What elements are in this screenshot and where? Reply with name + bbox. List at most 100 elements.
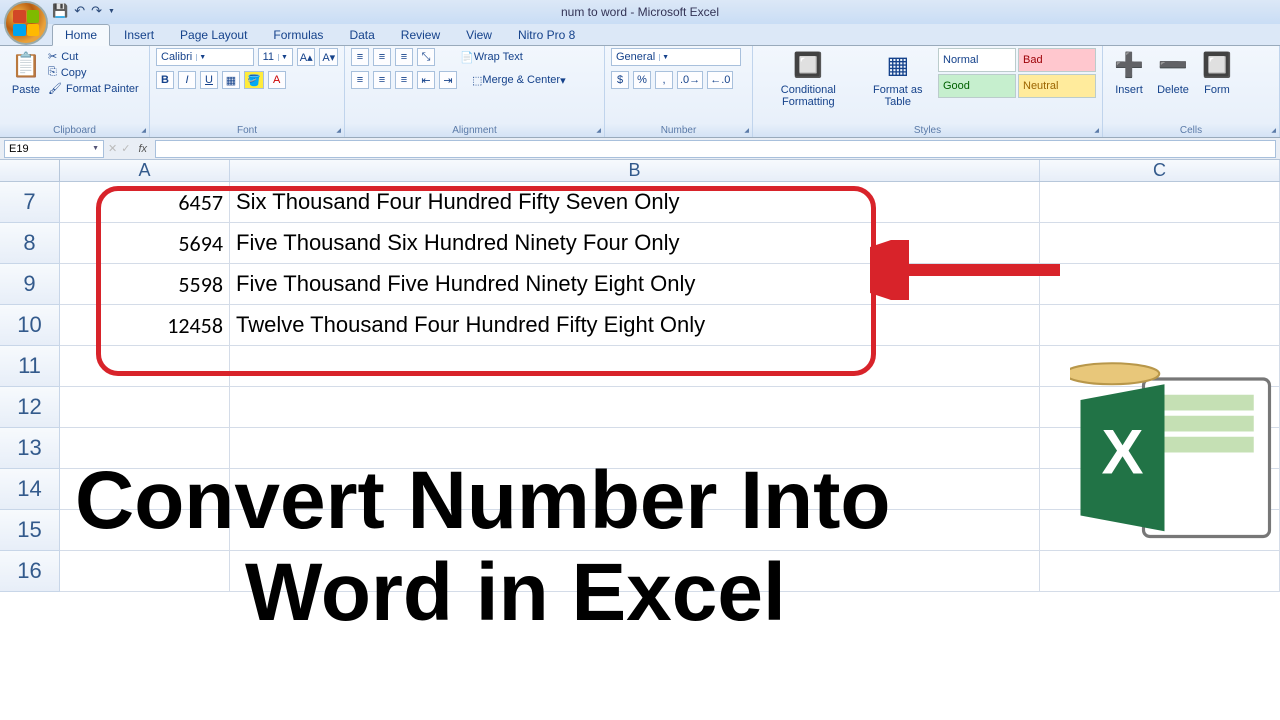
cell[interactable]: 5694 bbox=[60, 223, 230, 264]
cell[interactable]: 12458 bbox=[60, 305, 230, 346]
group-label-number: Number bbox=[605, 125, 752, 136]
decrease-indent-button[interactable]: ⇤ bbox=[417, 71, 435, 89]
row-header[interactable]: 7 bbox=[0, 182, 60, 223]
ribbon-tabs: Home Insert Page Layout Formulas Data Re… bbox=[0, 24, 1280, 46]
copy-button[interactable]: ⎘Copy bbox=[48, 66, 139, 79]
row-header[interactable]: 11 bbox=[0, 346, 60, 387]
conditional-formatting-icon: 🔲 bbox=[792, 50, 824, 82]
increase-indent-button[interactable]: ⇥ bbox=[439, 71, 457, 89]
row-header[interactable]: 14 bbox=[0, 469, 60, 510]
row-header[interactable]: 10 bbox=[0, 305, 60, 346]
tab-formulas[interactable]: Formulas bbox=[261, 25, 335, 45]
increase-decimal-button[interactable]: .0→ bbox=[677, 71, 703, 89]
tab-insert[interactable]: Insert bbox=[112, 25, 166, 45]
cell[interactable]: Twelve Thousand Four Hundred Fifty Eight… bbox=[230, 305, 1040, 346]
bold-button[interactable]: B bbox=[156, 71, 174, 89]
quick-access-toolbar: 💾 ↶ ↷ ▼ bbox=[52, 3, 115, 19]
font-name-select[interactable]: Calibri▼ bbox=[156, 48, 254, 66]
group-label-font: Font bbox=[150, 125, 344, 136]
overlay-text-line2: Word in Excel bbox=[245, 552, 786, 634]
copy-icon: ⎘ bbox=[48, 66, 57, 79]
cell[interactable] bbox=[1040, 182, 1280, 223]
align-left-button[interactable]: ≡ bbox=[351, 71, 369, 89]
orientation-button[interactable]: ⤡ bbox=[417, 48, 435, 66]
row-header[interactable]: 8 bbox=[0, 223, 60, 264]
column-header-a[interactable]: A bbox=[60, 160, 230, 181]
brush-icon: 🖌 bbox=[48, 82, 62, 95]
cell[interactable]: 5598 bbox=[60, 264, 230, 305]
merge-center-button[interactable]: ⬚ Merge & Center ▾ bbox=[469, 71, 569, 89]
cell[interactable]: Six Thousand Four Hundred Fifty Seven On… bbox=[230, 182, 1040, 223]
cell[interactable]: Five Thousand Six Hundred Ninety Four On… bbox=[230, 223, 1040, 264]
title-bar: 💾 ↶ ↷ ▼ num to word - Microsoft Excel bbox=[0, 0, 1280, 24]
align-middle-button[interactable]: ≡ bbox=[373, 48, 391, 66]
qat-dropdown-icon[interactable]: ▼ bbox=[108, 8, 115, 15]
align-top-button[interactable]: ≡ bbox=[351, 48, 369, 66]
row-header[interactable]: 16 bbox=[0, 551, 60, 592]
tab-home[interactable]: Home bbox=[52, 24, 110, 46]
wrap-text-button[interactable]: 📄 Wrap Text bbox=[457, 48, 526, 66]
undo-icon[interactable]: ↶ bbox=[74, 3, 85, 19]
decrease-decimal-button[interactable]: ←.0 bbox=[707, 71, 733, 89]
align-right-button[interactable]: ≡ bbox=[395, 71, 413, 89]
comma-button[interactable]: , bbox=[655, 71, 673, 89]
cell[interactable] bbox=[60, 387, 230, 428]
border-button[interactable]: ▦ bbox=[222, 71, 240, 89]
column-header-c[interactable]: C bbox=[1040, 160, 1280, 181]
paste-button[interactable]: 📋 Paste bbox=[6, 48, 46, 98]
name-box[interactable]: E19▼ bbox=[4, 140, 104, 158]
align-center-button[interactable]: ≡ bbox=[373, 71, 391, 89]
cell[interactable] bbox=[1040, 264, 1280, 305]
cell[interactable] bbox=[60, 551, 230, 592]
italic-button[interactable]: I bbox=[178, 71, 196, 89]
style-normal[interactable]: Normal bbox=[938, 48, 1016, 72]
font-color-button[interactable]: A bbox=[268, 71, 286, 89]
format-cells-button[interactable]: 🔲Form bbox=[1197, 48, 1237, 98]
style-good[interactable]: Good bbox=[938, 74, 1016, 98]
spreadsheet-grid: A B C 76457Six Thousand Four Hundred Fif… bbox=[0, 160, 1280, 720]
tab-view[interactable]: View bbox=[454, 25, 504, 45]
tab-page-layout[interactable]: Page Layout bbox=[168, 25, 259, 45]
grow-font-button[interactable]: A▴ bbox=[297, 48, 316, 66]
style-neutral[interactable]: Neutral bbox=[1018, 74, 1096, 98]
row-header[interactable]: 15 bbox=[0, 510, 60, 551]
save-icon[interactable]: 💾 bbox=[52, 3, 68, 19]
column-header-b[interactable]: B bbox=[230, 160, 1040, 181]
currency-button[interactable]: $ bbox=[611, 71, 629, 89]
tab-nitro[interactable]: Nitro Pro 8 bbox=[506, 25, 587, 45]
cell[interactable] bbox=[230, 346, 1040, 387]
align-bottom-button[interactable]: ≡ bbox=[395, 48, 413, 66]
cell[interactable] bbox=[230, 387, 1040, 428]
insert-cells-button[interactable]: ➕Insert bbox=[1109, 48, 1149, 98]
fill-color-button[interactable]: 🪣 bbox=[244, 71, 264, 89]
style-bad[interactable]: Bad bbox=[1018, 48, 1096, 72]
font-size-select[interactable]: 11▼ bbox=[258, 48, 293, 66]
conditional-formatting-button[interactable]: 🔲Conditional Formatting bbox=[759, 48, 858, 110]
number-format-select[interactable]: General▼ bbox=[611, 48, 741, 66]
row-header[interactable]: 12 bbox=[0, 387, 60, 428]
row-header[interactable]: 9 bbox=[0, 264, 60, 305]
format-as-table-button[interactable]: ▦Format as Table bbox=[862, 48, 934, 110]
tab-review[interactable]: Review bbox=[389, 25, 452, 45]
percent-button[interactable]: % bbox=[633, 71, 651, 89]
cell[interactable] bbox=[60, 346, 230, 387]
fx-button[interactable]: fx bbox=[138, 143, 147, 155]
tab-data[interactable]: Data bbox=[337, 25, 386, 45]
group-label-clipboard: Clipboard bbox=[0, 125, 149, 136]
row-header[interactable]: 13 bbox=[0, 428, 60, 469]
cell[interactable] bbox=[1040, 223, 1280, 264]
cell[interactable]: 6457 bbox=[60, 182, 230, 223]
formula-input[interactable] bbox=[155, 140, 1276, 158]
cut-button[interactable]: ✂Cut bbox=[48, 50, 139, 63]
delete-cells-button[interactable]: ➖Delete bbox=[1153, 48, 1193, 98]
format-painter-button[interactable]: 🖌Format Painter bbox=[48, 82, 139, 95]
group-label-styles: Styles bbox=[753, 125, 1102, 136]
redo-icon[interactable]: ↷ bbox=[91, 3, 102, 19]
office-button[interactable] bbox=[4, 1, 48, 45]
insert-icon: ➕ bbox=[1113, 50, 1145, 82]
select-all-corner[interactable] bbox=[0, 160, 60, 181]
underline-button[interactable]: U bbox=[200, 71, 218, 89]
shrink-font-button[interactable]: A▾ bbox=[319, 48, 338, 66]
cell[interactable] bbox=[1040, 305, 1280, 346]
cell[interactable]: Five Thousand Five Hundred Ninety Eight … bbox=[230, 264, 1040, 305]
